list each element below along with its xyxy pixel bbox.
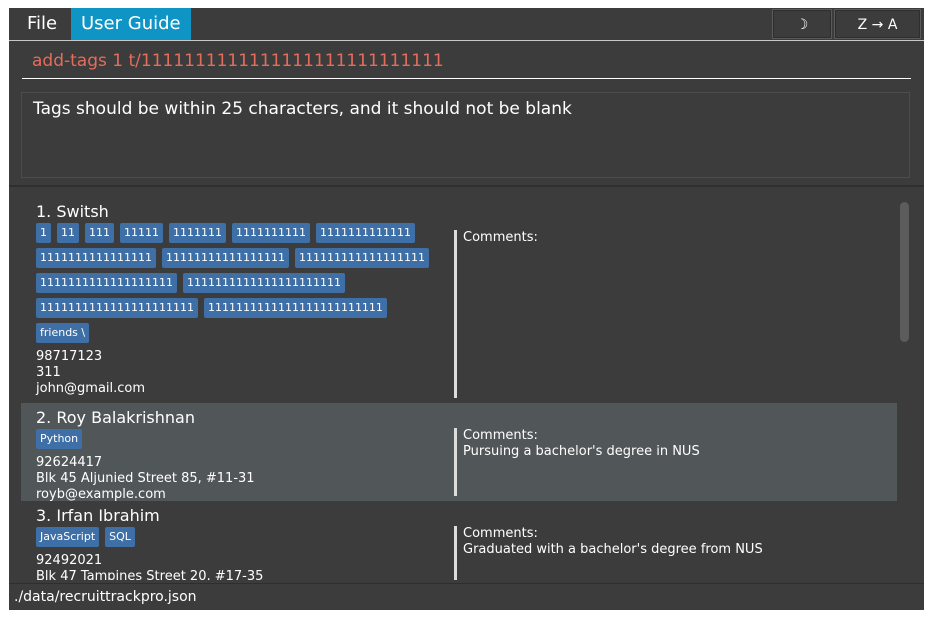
tag: 1111111111111111111111111 <box>203 298 387 318</box>
tag: 111 <box>85 223 114 243</box>
tag-list: JavaScript SQL <box>36 527 451 552</box>
menu-bar: File User Guide ☽ Z → A <box>9 8 924 41</box>
contact-phone: 92492021 <box>36 553 103 568</box>
menu-user-guide[interactable]: User Guide <box>71 8 191 40</box>
comments-panel: Comments: Pursuing a bachelor's degree i… <box>454 428 700 496</box>
contact-phone: 92624417 <box>36 455 103 470</box>
tag: 1 <box>36 223 51 243</box>
list-item[interactable]: 1. Switsh 1 11 111 11111 1111111 1111111… <box>21 197 897 398</box>
comments-panel: Comments: Graduated with a bachelor's de… <box>454 526 763 580</box>
tag: 11111 <box>120 223 163 243</box>
card-details: 2. Roy Balakrishnan Python 92624417 Blk … <box>36 409 451 503</box>
tag: friends \ <box>36 323 90 343</box>
sort-toggle-button[interactable]: Z → A <box>834 9 921 39</box>
comments-text: Graduated with a bachelor's degree from … <box>463 542 763 557</box>
app-window: File User Guide ☽ Z → A Tags should be w… <box>9 8 924 610</box>
contact-address: Blk 45 Aljunied Street 85, #11-31 <box>36 471 255 486</box>
tag: 1111111111111111 <box>36 248 156 268</box>
tag: SQL <box>105 527 135 547</box>
comments-text: Pursuing a bachelor's degree in NUS <box>463 444 700 459</box>
comments-label: Comments: <box>463 526 538 541</box>
command-box <box>22 46 911 79</box>
contact-phone: 98717123 <box>36 349 103 364</box>
comments-panel: Comments: <box>454 230 538 398</box>
comments-label: Comments: <box>463 230 538 245</box>
contact-name: 3. Irfan Ibrahim <box>36 506 160 525</box>
tag: 1111111111 <box>232 223 310 243</box>
theme-toggle-button[interactable]: ☽ <box>772 9 832 39</box>
tag: 1111111111111111111111 <box>182 273 345 293</box>
card-details: 1. Switsh 1 11 111 11111 1111111 1111111… <box>36 203 451 397</box>
command-input[interactable] <box>22 46 911 76</box>
contact-name: 2. Roy Balakrishnan <box>36 408 195 427</box>
menu-file[interactable]: File <box>17 8 67 40</box>
tag: 1111111111111111111 <box>36 273 177 293</box>
result-display: Tags should be within 25 characters, and… <box>21 92 910 178</box>
tag: 1111111 <box>169 223 226 243</box>
contact-address: 311 <box>36 365 61 380</box>
tag: 1111111111111 <box>316 223 415 243</box>
tag: 11 <box>57 223 79 243</box>
divider <box>9 185 924 187</box>
tag-list: Python <box>36 429 451 454</box>
contact-name: 1. Switsh <box>36 202 109 221</box>
result-message: Tags should be within 25 characters, and… <box>33 99 572 119</box>
list-item[interactable]: 2. Roy Balakrishnan Python 92624417 Blk … <box>21 403 897 503</box>
card-details: 3. Irfan Ibrahim JavaScript SQL 92492021… <box>36 507 451 580</box>
tag: 11111111111111111 <box>161 248 289 268</box>
comments-label: Comments: <box>463 428 538 443</box>
tag: 111111111111111111 <box>294 248 429 268</box>
contact-email: john@gmail.com <box>36 381 146 396</box>
list-scrollbar[interactable] <box>897 197 911 580</box>
tag-list: 1 11 111 11111 1111111 1111111111 111111… <box>36 223 451 348</box>
contact-list[interactable]: 1. Switsh 1 11 111 11111 1111111 1111111… <box>21 197 897 580</box>
scrollbar-thumb[interactable] <box>900 202 909 342</box>
list-item[interactable]: 3. Irfan Ibrahim JavaScript SQL 92492021… <box>21 501 897 580</box>
contact-address: Blk 47 Tampines Street 20, #17-35 <box>36 569 264 580</box>
tag: 1111111111111111111111 <box>36 298 198 318</box>
data-file-path: ./data/recruittrackpro.json <box>14 589 197 605</box>
moon-icon: ☽ <box>795 17 809 33</box>
tag: JavaScript <box>36 527 100 547</box>
tag: Python <box>36 429 83 449</box>
status-bar: ./data/recruittrackpro.json <box>9 583 924 610</box>
